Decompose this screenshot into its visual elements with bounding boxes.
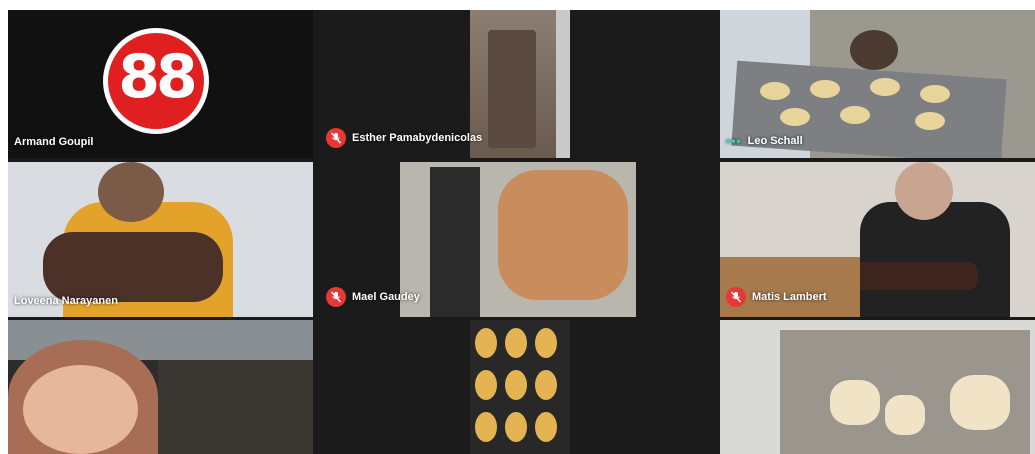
mic-off-icon bbox=[326, 287, 346, 307]
participant-name: Leo Schall bbox=[747, 135, 803, 147]
participant-name-tag: Matis Lambert bbox=[726, 287, 827, 307]
participant-tile-2[interactable]: Esther Pamabydenicolas bbox=[320, 10, 720, 158]
participant-tile-7[interactable] bbox=[8, 320, 313, 454]
participant-tile-3[interactable]: ••• Leo Schall bbox=[720, 10, 1035, 158]
participant-name: Matis Lambert bbox=[752, 291, 827, 303]
participant-tile-8[interactable] bbox=[320, 320, 720, 454]
participant-name-tag: ••• Leo Schall bbox=[726, 134, 803, 148]
participant-name: Mael Gaudey bbox=[352, 291, 420, 303]
participant-name-tag: Mael Gaudey bbox=[326, 287, 420, 307]
participant-name: Loveena Narayanen bbox=[14, 295, 118, 307]
mic-off-icon bbox=[726, 287, 746, 307]
participant-tile-4[interactable]: Loveena Narayanen bbox=[8, 162, 313, 317]
video-grid: 88 Armand Goupil Esther Pamabydenicolas … bbox=[8, 10, 1035, 454]
mic-off-icon bbox=[326, 128, 346, 148]
participant-name: Esther Pamabydenicolas bbox=[352, 132, 483, 144]
participant-name-tag: Loveena Narayanen bbox=[14, 295, 118, 307]
participant-name-tag: Esther Pamabydenicolas bbox=[326, 128, 482, 148]
speaking-dots-icon: ••• bbox=[726, 134, 742, 148]
participant-name: Armand Goupil bbox=[14, 136, 94, 148]
participant-tile-5[interactable]: Mael Gaudey bbox=[320, 162, 720, 317]
participant-tile-9[interactable] bbox=[720, 320, 1035, 454]
logo-text: 88 bbox=[118, 42, 198, 112]
participant-name-tag: Armand Goupil bbox=[14, 136, 93, 148]
participant-tile-6[interactable]: Matis Lambert bbox=[720, 162, 1035, 317]
participant-tile-1[interactable]: 88 Armand Goupil bbox=[8, 10, 313, 158]
video-feed bbox=[860, 202, 1010, 317]
participant-logo: 88 bbox=[103, 28, 209, 134]
